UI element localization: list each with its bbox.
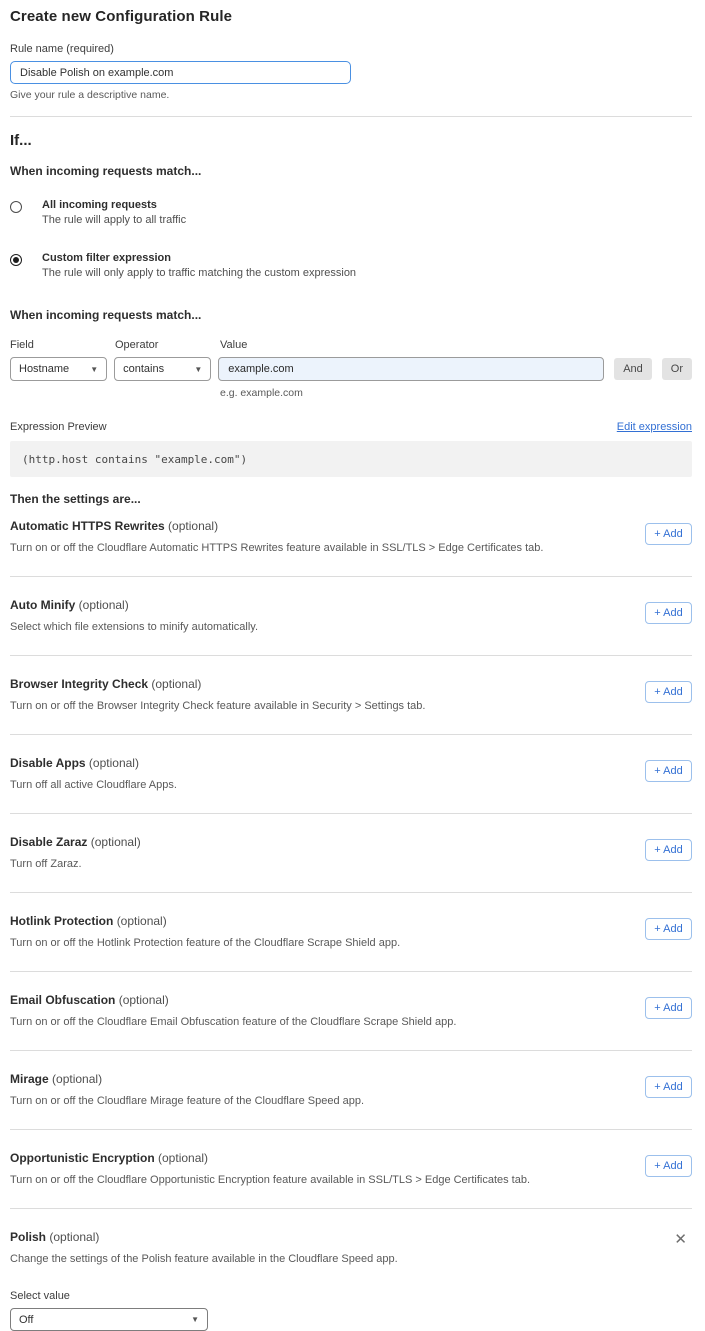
polish-select-value: Off — [19, 1314, 33, 1326]
setting-row-disable-zaraz: Disable Zaraz (optional) Turn off Zaraz.… — [10, 814, 692, 893]
add-button[interactable]: + Add — [645, 602, 692, 624]
optional-label: (optional) — [79, 598, 129, 612]
optional-label: (optional) — [168, 519, 218, 533]
expression-preview-label: Expression Preview — [10, 421, 107, 433]
add-button[interactable]: + Add — [645, 1155, 692, 1177]
setting-row-mirage: Mirage (optional) Turn on or off the Clo… — [10, 1051, 692, 1130]
or-button[interactable]: Or — [662, 358, 692, 380]
field-select[interactable]: Hostname ▼ — [10, 357, 107, 381]
and-button[interactable]: And — [614, 358, 652, 380]
add-button[interactable]: + Add — [645, 918, 692, 940]
add-button[interactable]: + Add — [645, 681, 692, 703]
rule-name-helper: Give your rule a descriptive name. — [10, 89, 692, 101]
select-value-label: Select value — [10, 1290, 692, 1302]
setting-title: Auto Minify — [10, 598, 75, 612]
expression-preview-header: Expression Preview Edit expression — [10, 421, 692, 433]
field-select-value: Hostname — [19, 363, 69, 375]
field-label: Field — [10, 339, 115, 351]
value-hint: e.g. example.com — [220, 387, 692, 399]
add-button[interactable]: + Add — [645, 523, 692, 545]
optional-label: (optional) — [158, 1151, 208, 1165]
add-button[interactable]: + Add — [645, 839, 692, 861]
expression-builder-labels: Field Operator Value — [10, 339, 692, 351]
setting-description: Turn on or off the Cloudflare Opportunis… — [10, 1174, 692, 1186]
add-button[interactable]: + Add — [645, 1076, 692, 1098]
add-button[interactable]: + Add — [645, 760, 692, 782]
optional-label: (optional) — [91, 835, 141, 849]
radio-label: All incoming requests — [42, 199, 186, 211]
operator-label: Operator — [115, 339, 220, 351]
operator-select[interactable]: contains ▼ — [114, 357, 211, 381]
optional-label: (optional) — [117, 914, 167, 928]
setting-description: Turn off Zaraz. — [10, 858, 692, 870]
operator-select-value: contains — [123, 363, 164, 375]
radio-selected-icon[interactable] — [10, 254, 22, 266]
radio-unselected-icon[interactable] — [10, 201, 22, 213]
optional-label: (optional) — [89, 756, 139, 770]
edit-expression-link[interactable]: Edit expression — [617, 421, 692, 433]
setting-row-disable-apps: Disable Apps (optional) Turn off all act… — [10, 735, 692, 814]
close-icon[interactable]: ✕ — [674, 1232, 687, 1247]
setting-title: Browser Integrity Check — [10, 677, 148, 691]
settings-heading: Then the settings are... — [10, 492, 692, 506]
optional-label: (optional) — [151, 677, 201, 691]
incoming-requests-match-heading: When incoming requests match... — [10, 164, 692, 178]
polish-value-select[interactable]: Off ▼ — [10, 1308, 208, 1331]
optional-label: (optional) — [49, 1230, 99, 1244]
setting-title: Disable Apps — [10, 756, 86, 770]
setting-row-browser-integrity-check: Browser Integrity Check (optional) Turn … — [10, 656, 692, 735]
optional-label: (optional) — [52, 1072, 102, 1086]
setting-description: Turn on or off the Hotlink Protection fe… — [10, 937, 692, 949]
section-divider — [10, 116, 692, 117]
rule-name-input[interactable] — [10, 61, 351, 84]
rule-name-label: Rule name (required) — [10, 43, 692, 55]
setting-description: Turn on or off the Browser Integrity Che… — [10, 700, 692, 712]
setting-description: Turn off all active Cloudflare Apps. — [10, 779, 692, 791]
radio-all-incoming-requests[interactable]: All incoming requests The rule will appl… — [10, 199, 692, 226]
radio-description: The rule will only apply to traffic matc… — [42, 267, 356, 279]
expression-preview-code: (http.host contains "example.com") — [10, 441, 692, 477]
setting-description: Turn on or off the Cloudflare Mirage fea… — [10, 1095, 692, 1107]
setting-row-hotlink-protection: Hotlink Protection (optional) Turn on or… — [10, 893, 692, 972]
optional-label: (optional) — [119, 993, 169, 1007]
setting-title: Disable Zaraz — [10, 835, 87, 849]
setting-row-automatic-https-rewrites: Automatic HTTPS Rewrites (optional) Turn… — [10, 506, 692, 577]
setting-title: Opportunistic Encryption — [10, 1151, 155, 1165]
radio-description: The rule will apply to all traffic — [42, 214, 186, 226]
setting-description: Turn on or off the Cloudflare Email Obfu… — [10, 1016, 692, 1028]
setting-title: Polish — [10, 1230, 46, 1244]
value-input[interactable] — [218, 357, 604, 381]
chevron-down-icon: ▼ — [90, 365, 98, 374]
setting-title: Automatic HTTPS Rewrites — [10, 519, 165, 533]
setting-title: Email Obfuscation — [10, 993, 115, 1007]
chevron-down-icon: ▼ — [194, 365, 202, 374]
setting-row-polish: Polish (optional) Change the settings of… — [10, 1209, 692, 1331]
expression-builder-heading: When incoming requests match... — [10, 308, 692, 322]
setting-title: Mirage — [10, 1072, 49, 1086]
setting-title: Hotlink Protection — [10, 914, 113, 928]
value-label: Value — [220, 339, 247, 351]
setting-row-opportunistic-encryption: Opportunistic Encryption (optional) Turn… — [10, 1130, 692, 1209]
setting-description: Change the settings of the Polish featur… — [10, 1253, 692, 1265]
expression-builder-row: Hostname ▼ contains ▼ And Or — [10, 357, 692, 381]
radio-custom-filter-expression[interactable]: Custom filter expression The rule will o… — [10, 252, 692, 279]
page-title: Create new Configuration Rule — [10, 8, 692, 25]
setting-row-auto-minify: Auto Minify (optional) Select which file… — [10, 577, 692, 656]
if-heading: If... — [10, 132, 692, 149]
create-configuration-rule-form: Create new Configuration Rule Rule name … — [0, 0, 705, 1331]
add-button[interactable]: + Add — [645, 997, 692, 1019]
chevron-down-icon: ▼ — [191, 1315, 199, 1324]
setting-row-email-obfuscation: Email Obfuscation (optional) Turn on or … — [10, 972, 692, 1051]
radio-label: Custom filter expression — [42, 252, 356, 264]
setting-description: Turn on or off the Cloudflare Automatic … — [10, 542, 692, 554]
setting-description: Select which file extensions to minify a… — [10, 621, 692, 633]
